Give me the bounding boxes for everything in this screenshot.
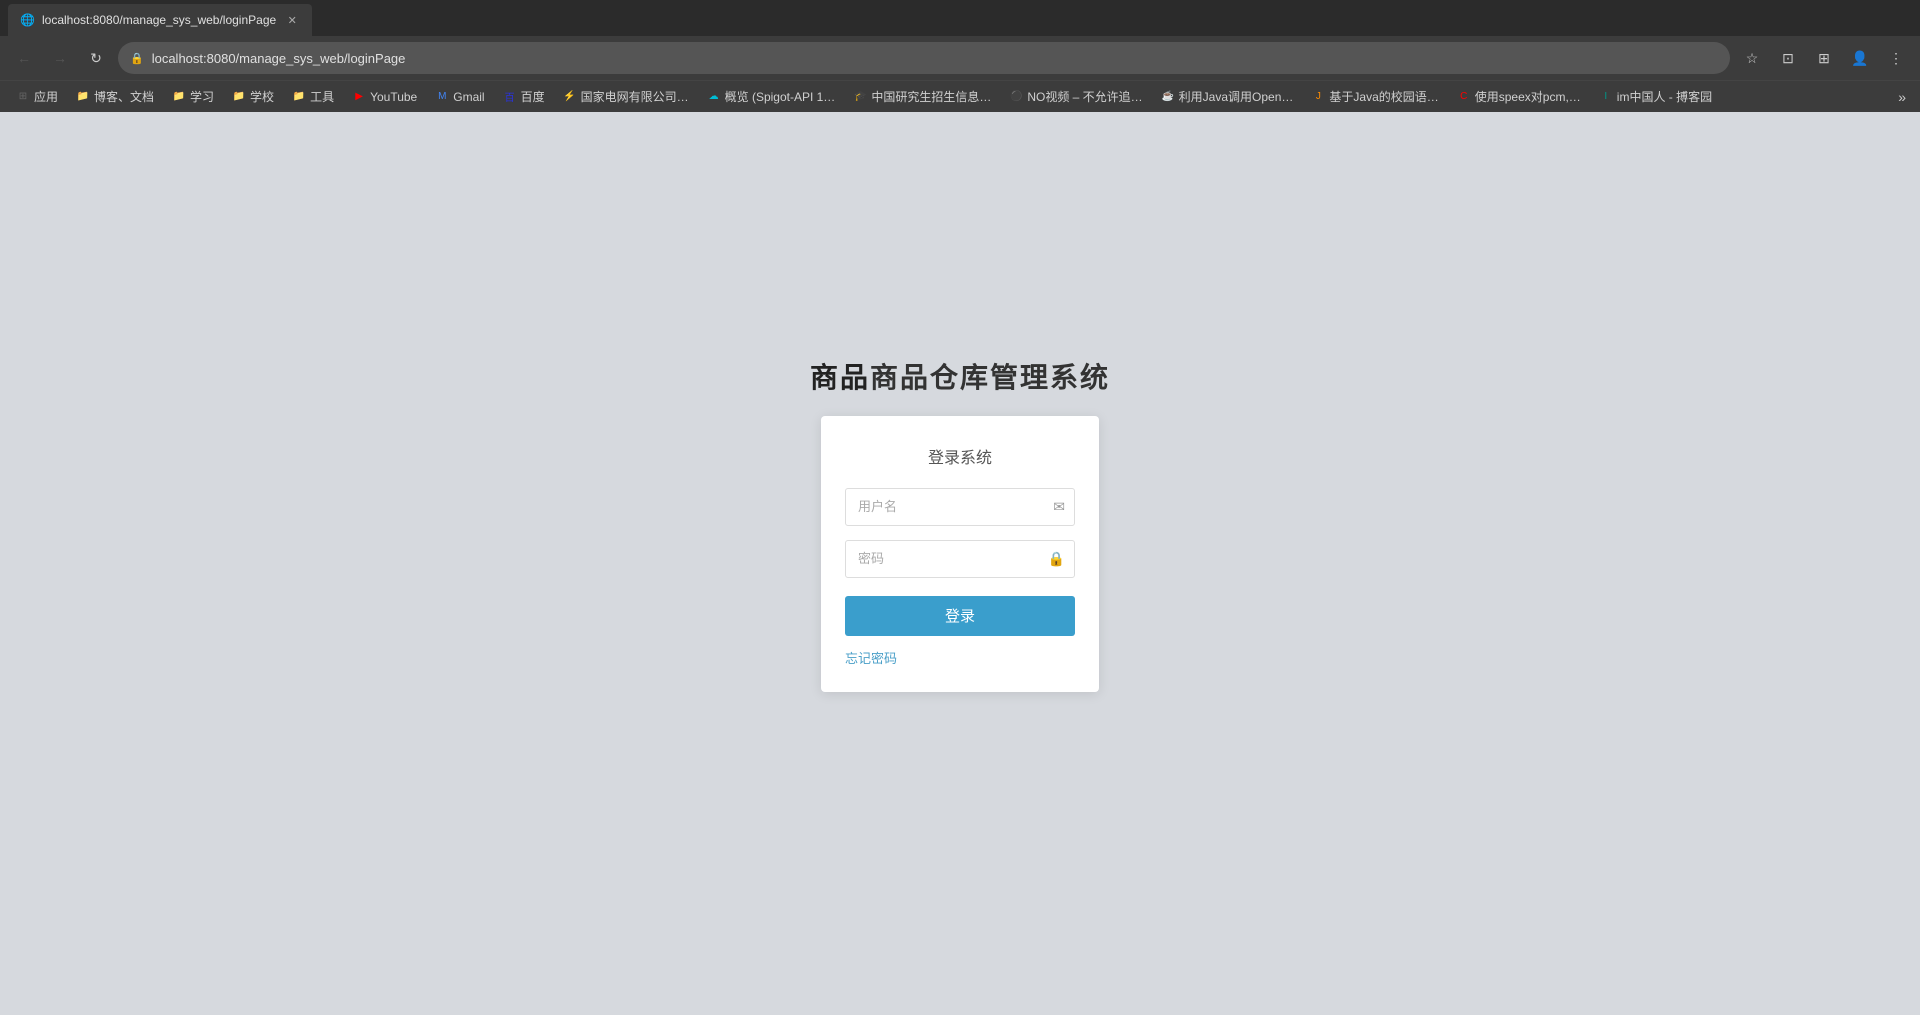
bookmark-zhongguo[interactable]: 🎓 中国研究生招生信息… bbox=[845, 85, 999, 108]
user-icon: ✉ bbox=[1053, 498, 1065, 515]
lock-input-icon: 🔒 bbox=[1048, 550, 1065, 567]
account-icon[interactable]: 👤 bbox=[1846, 44, 1874, 72]
bookmark-label: 学习 bbox=[190, 88, 214, 105]
im-icon: I bbox=[1599, 90, 1613, 104]
folder-icon: 📁 bbox=[76, 90, 90, 104]
extensions-icon[interactable]: ⊞ bbox=[1810, 44, 1838, 72]
bookmark-gailan[interactable]: ☁ 概览 (Spigot-API 1… bbox=[699, 85, 844, 108]
bookmark-java1[interactable]: ☕ 利用Java调用Open… bbox=[1153, 85, 1302, 108]
login-card: 登录系统 ✉ 🔒 登录 忘记密码 bbox=[821, 416, 1099, 692]
app-title: 商品商品仓库管理系统 bbox=[810, 356, 1110, 396]
bookmark-speex[interactable]: C 使用speex对pcm,… bbox=[1449, 85, 1589, 108]
lock-icon: 🔒 bbox=[130, 52, 144, 65]
tab-bar: 🌐 localhost:8080/manage_sys_web/loginPag… bbox=[0, 0, 1920, 36]
toolbar: ← → ↻ 🔒 localhost:8080/manage_sys_web/lo… bbox=[0, 36, 1920, 80]
reload-button[interactable]: ↻ bbox=[82, 44, 110, 72]
bookmark-baidu[interactable]: 百 百度 bbox=[495, 85, 553, 108]
username-input-group: ✉ bbox=[845, 488, 1075, 526]
active-tab[interactable]: 🌐 localhost:8080/manage_sys_web/loginPag… bbox=[8, 4, 312, 36]
forward-button[interactable]: → bbox=[46, 44, 74, 72]
folder-icon: 📁 bbox=[292, 90, 306, 104]
back-button[interactable]: ← bbox=[10, 44, 38, 72]
tab-favicon: 🌐 bbox=[20, 13, 34, 27]
bookmark-label: NO视频 – 不允许追… bbox=[1027, 88, 1142, 105]
bookmark-label: 工具 bbox=[310, 88, 334, 105]
bookmark-label: 百度 bbox=[521, 88, 545, 105]
forgot-password-link[interactable]: 忘记密码 bbox=[845, 651, 897, 666]
bookmark-novideo[interactable]: ⚫ NO视频 – 不允许追… bbox=[1001, 85, 1150, 108]
bookmark-label: 概览 (Spigot-API 1… bbox=[725, 88, 836, 105]
bookmark-label: 基于Java的校园语… bbox=[1329, 88, 1438, 105]
bookmark-im[interactable]: I im中国人 - 搏客园 bbox=[1591, 85, 1720, 108]
bookmark-label: 中国研究生招生信息… bbox=[871, 88, 991, 105]
speex-icon: C bbox=[1457, 90, 1471, 104]
youtube-icon: ▶ bbox=[352, 90, 366, 104]
menu-icon[interactable]: ⋮ bbox=[1882, 44, 1910, 72]
bookmark-blog[interactable]: 📁 博客、文档 bbox=[68, 85, 162, 108]
bookmark-tools[interactable]: 📁 工具 bbox=[284, 85, 342, 108]
address-bar[interactable]: 🔒 localhost:8080/manage_sys_web/loginPag… bbox=[118, 42, 1730, 74]
bookmark-youtube[interactable]: ▶ YouTube bbox=[344, 87, 425, 107]
bookmark-label: im中国人 - 搏客园 bbox=[1617, 88, 1712, 105]
url-text: localhost:8080/manage_sys_web/loginPage bbox=[152, 51, 406, 66]
novideo-icon: ⚫ bbox=[1009, 90, 1023, 104]
bookmark-school[interactable]: 📁 学校 bbox=[224, 85, 282, 108]
bookmark-gmail[interactable]: M Gmail bbox=[427, 87, 492, 107]
bookmark-apps[interactable]: ⊞ 应用 bbox=[8, 85, 66, 108]
app-title-bold-part: 商品 bbox=[810, 362, 870, 393]
bookmark-java2[interactable]: J 基于Java的校园语… bbox=[1303, 85, 1446, 108]
java2-icon: J bbox=[1311, 90, 1325, 104]
java-icon: ☕ bbox=[1161, 90, 1175, 104]
login-button[interactable]: 登录 bbox=[845, 596, 1075, 636]
password-input-group: 🔒 bbox=[845, 540, 1075, 578]
tab-close-button[interactable]: ✕ bbox=[284, 12, 300, 28]
baidu-icon: 百 bbox=[503, 90, 517, 104]
guodian-icon: ⚡ bbox=[563, 90, 577, 104]
password-input[interactable] bbox=[845, 540, 1075, 578]
bookmark-label: 博客、文档 bbox=[94, 88, 154, 105]
bookmark-label: Gmail bbox=[453, 90, 484, 104]
spigot-icon: ☁ bbox=[707, 90, 721, 104]
graduate-icon: 🎓 bbox=[853, 90, 867, 104]
bookmark-star-icon[interactable]: ☆ bbox=[1738, 44, 1766, 72]
apps-icon: ⊞ bbox=[16, 90, 30, 104]
bookmark-label: 国家电网有限公司… bbox=[581, 88, 689, 105]
bookmark-label: 应用 bbox=[34, 88, 58, 105]
bookmark-label: 使用speex对pcm,… bbox=[1475, 88, 1581, 105]
cast-icon[interactable]: ⊡ bbox=[1774, 44, 1802, 72]
bookmark-label: 利用Java调用Open… bbox=[1179, 88, 1294, 105]
login-card-title: 登录系统 bbox=[845, 444, 1075, 468]
browser-chrome: 🌐 localhost:8080/manage_sys_web/loginPag… bbox=[0, 0, 1920, 112]
bookmark-study[interactable]: 📁 学习 bbox=[164, 85, 222, 108]
bookmark-label: 学校 bbox=[250, 88, 274, 105]
bookmark-label: YouTube bbox=[370, 90, 417, 104]
folder-icon: 📁 bbox=[232, 90, 246, 104]
page-content: 商品商品仓库管理系统 登录系统 ✉ 🔒 登录 忘记密码 bbox=[0, 112, 1920, 1015]
toolbar-right: ☆ ⊡ ⊞ 👤 ⋮ bbox=[1738, 44, 1910, 72]
bookmarks-bar: ⊞ 应用 📁 博客、文档 📁 学习 📁 学校 📁 工具 ▶ YouTube M … bbox=[0, 80, 1920, 112]
username-input[interactable] bbox=[845, 488, 1075, 526]
tab-title: localhost:8080/manage_sys_web/loginPage bbox=[42, 13, 276, 27]
bookmark-guodian[interactable]: ⚡ 国家电网有限公司… bbox=[555, 85, 697, 108]
folder-icon: 📁 bbox=[172, 90, 186, 104]
gmail-icon: M bbox=[435, 90, 449, 104]
bookmarks-overflow-button[interactable]: » bbox=[1892, 89, 1912, 105]
app-title-rest-part: 商品仓库管理系统 bbox=[870, 362, 1110, 393]
